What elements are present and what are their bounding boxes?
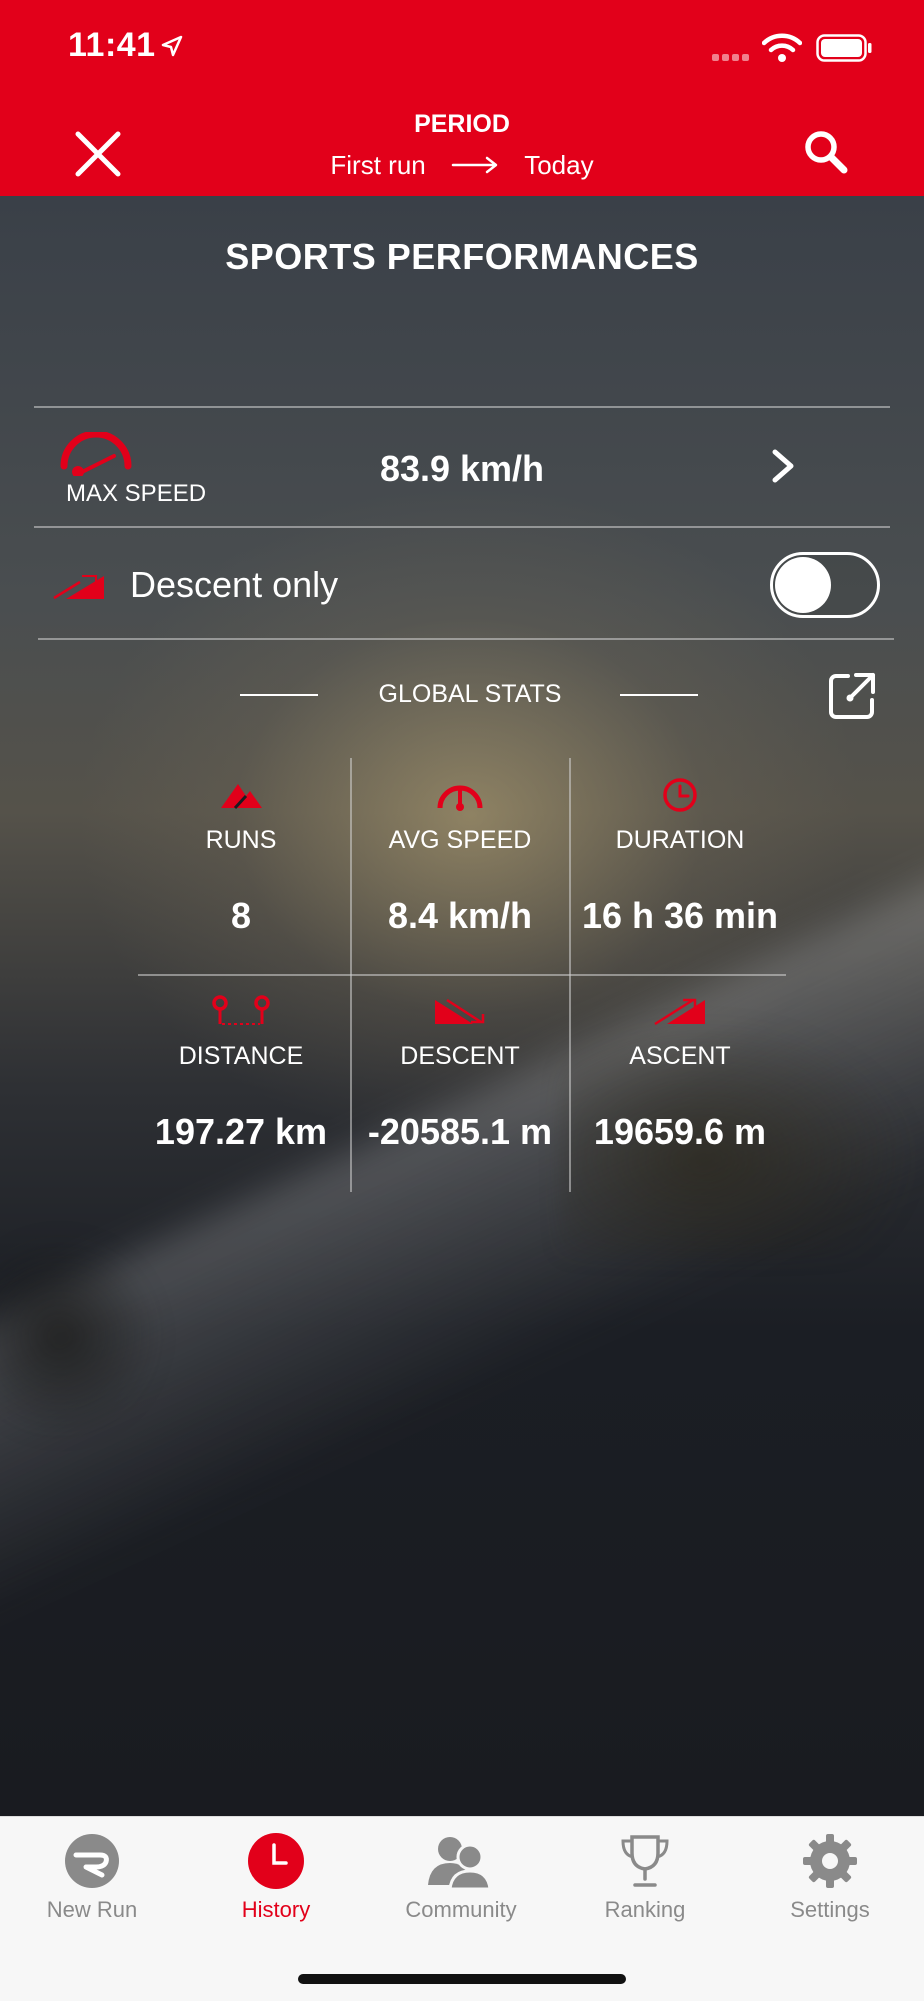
stat-value: 197.27 km xyxy=(154,1111,328,1152)
header-bar: 11:41 PERIOD First run Today xyxy=(0,0,924,196)
descent-icon xyxy=(435,998,485,1024)
search-button[interactable] xyxy=(798,124,854,180)
cellular-signal-icon xyxy=(712,48,756,61)
chevron-right-icon[interactable] xyxy=(768,448,798,484)
stat-label: RUNS xyxy=(205,826,277,854)
trophy-icon xyxy=(621,1835,669,1887)
period-range[interactable]: First run Today xyxy=(0,148,924,181)
period-end: Today xyxy=(524,149,594,180)
status-time: 11:41 xyxy=(68,26,156,64)
global-stats-line-right xyxy=(620,694,698,696)
max-speed-row[interactable]: MAX SPEED 83.9 km/h xyxy=(34,408,890,526)
wifi-icon xyxy=(762,33,802,62)
settings-icon xyxy=(803,1834,857,1888)
ascent-icon xyxy=(654,998,705,1026)
page-title: SPORTS PERFORMANCES xyxy=(225,236,699,277)
slope-ascent-icon xyxy=(53,575,104,600)
tab-label: New Run xyxy=(46,1897,138,1922)
location-arrow-icon xyxy=(161,35,183,57)
period-start: First run xyxy=(330,149,426,180)
tab-label: Settings xyxy=(790,1897,870,1922)
descent-only-label: Descent only xyxy=(130,564,339,605)
avg-speed-icon xyxy=(437,785,483,811)
stat-value: 19659.6 m xyxy=(593,1111,767,1152)
duration-icon xyxy=(663,778,697,812)
tab-community[interactable]: Community xyxy=(369,1817,553,1947)
period-label[interactable]: PERIOD xyxy=(0,110,924,139)
home-indicator[interactable] xyxy=(298,1974,626,1984)
stat-avg-speed: AVG SPEED 8.4 km/h xyxy=(351,778,569,937)
stat-value: -20585.1 m xyxy=(367,1111,553,1152)
tab-settings[interactable]: Settings xyxy=(738,1817,922,1947)
descent-only-toggle[interactable] xyxy=(770,552,880,618)
stat-value: 8.4 km/h xyxy=(387,895,533,936)
history-icon xyxy=(248,1833,304,1889)
tab-label: History xyxy=(241,1897,311,1922)
battery-icon xyxy=(816,34,872,62)
background-trees-left xyxy=(0,1236,160,1436)
toggle-knob xyxy=(775,557,831,613)
tab-new-run[interactable]: New Run xyxy=(0,1817,184,1947)
arrow-right-icon xyxy=(451,156,498,174)
runs-icon xyxy=(221,784,262,810)
tab-label: Community xyxy=(405,1897,517,1922)
global-stats-title: GLOBAL STATS xyxy=(378,680,562,708)
descent-only-row: Descent only xyxy=(34,528,890,638)
new-run-icon xyxy=(65,1834,119,1888)
stat-ascent: ASCENT 19659.6 m xyxy=(571,994,789,1153)
stat-descent: DESCENT -20585.1 m xyxy=(351,994,569,1153)
stat-duration: DURATION 16 h 36 min xyxy=(571,778,789,937)
max-speed-value: 83.9 km/h xyxy=(379,448,545,489)
stat-distance: DISTANCE 197.27 km xyxy=(132,994,350,1153)
tab-history[interactable]: History xyxy=(184,1817,368,1947)
stat-runs: RUNS 8 xyxy=(132,778,350,937)
stat-label: AVG SPEED xyxy=(388,826,532,854)
stat-label: DISTANCE xyxy=(178,1042,304,1070)
share-icon[interactable] xyxy=(826,670,878,722)
stat-label: DESCENT xyxy=(400,1042,520,1070)
stat-label: DURATION xyxy=(615,826,745,854)
stat-label: ASCENT xyxy=(629,1042,731,1070)
stat-value: 8 xyxy=(230,895,252,936)
stat-value: 16 h 36 min xyxy=(581,895,779,936)
divider-bottom xyxy=(38,638,894,640)
tab-ranking[interactable]: Ranking xyxy=(553,1817,737,1947)
distance-icon xyxy=(212,995,270,1025)
tab-label: Ranking xyxy=(604,1897,686,1922)
grid-hline xyxy=(138,974,786,976)
community-icon xyxy=(428,1837,492,1891)
